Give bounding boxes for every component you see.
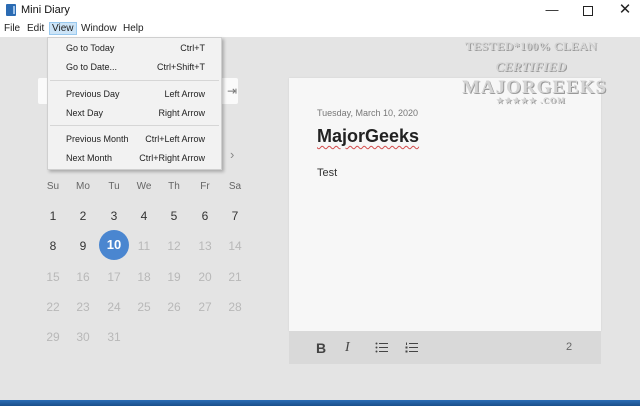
menu-previous-day[interactable]: Previous Day Left Arrow — [48, 86, 221, 104]
calendar-day[interactable]: 4 — [129, 209, 159, 223]
menu-previous-month[interactable]: Previous Month Ctrl+Left Arrow — [48, 131, 221, 149]
watermark-line1: TESTED*100% CLEAN — [465, 39, 597, 53]
watermark-line2: CERTIFIED — [495, 59, 567, 74]
menu-next-day[interactable]: Next Day Right Arrow — [48, 105, 221, 123]
menu-next-month[interactable]: Next Month Ctrl+Right Arrow — [48, 150, 221, 168]
entry-date: Tuesday, March 10, 2020 — [317, 108, 419, 118]
weekday-label: Th — [168, 181, 180, 192]
word-count: 2 — [566, 341, 573, 353]
menu-item-shortcut: Ctrl+Shift+T — [156, 62, 205, 72]
calendar-day[interactable]: 30 — [68, 330, 98, 344]
calendar-day[interactable]: 18 — [129, 270, 159, 284]
menu-item-label: Previous Day — [66, 89, 120, 99]
weekday-label: Mo — [76, 181, 90, 192]
numbered-list-icon[interactable] — [405, 342, 418, 353]
menu-bar: File Edit View Window Help — [0, 21, 640, 37]
calendar-day[interactable]: 12 — [159, 239, 189, 253]
calendar-day[interactable]: 9 — [68, 239, 98, 253]
calendar-day-selected[interactable]: 10 — [99, 230, 129, 260]
calendar-day[interactable]: 22 — [38, 300, 68, 314]
calendar-day[interactable]: 23 — [68, 300, 98, 314]
calendar-day[interactable]: 27 — [190, 300, 220, 314]
calendar-day[interactable]: 20 — [190, 270, 220, 284]
menu-item-label: Next Day — [66, 108, 104, 118]
menu-go-to-date[interactable]: Go to Date... Ctrl+Shift+T — [48, 59, 221, 77]
calendar-day[interactable]: 16 — [68, 270, 98, 284]
view-menu-dropdown: Go to Today Ctrl+T Go to Date... Ctrl+Sh… — [47, 37, 222, 170]
window-title: Mini Diary — [21, 4, 70, 16]
menu-view[interactable]: View — [49, 22, 77, 35]
menu-item-shortcut: Right Arrow — [158, 108, 205, 118]
menu-file[interactable]: File — [2, 23, 22, 34]
bold-button[interactable]: B — [316, 340, 326, 356]
weekday-label: We — [136, 181, 152, 192]
calendar-day[interactable]: 8 — [38, 239, 68, 253]
calendar-day[interactable]: 21 — [220, 270, 250, 284]
calendar-day[interactable]: 24 — [99, 300, 129, 314]
calendar-day[interactable]: 11 — [129, 239, 159, 253]
bullet-list-icon[interactable] — [375, 342, 388, 353]
collapse-sidebar-icon[interactable]: ⇥ — [227, 84, 237, 98]
entry-body[interactable]: Test — [317, 167, 337, 179]
calendar-day[interactable]: 25 — [129, 300, 159, 314]
calendar-day[interactable]: 13 — [190, 239, 220, 253]
calendar-day[interactable]: 3 — [99, 209, 129, 223]
format-toolbar: B I 2 — [289, 331, 601, 364]
weekday-label: Su — [46, 181, 60, 192]
title-bar: Mini Diary — ✕ — [0, 0, 640, 21]
menu-item-shortcut: Ctrl+Right Arrow — [139, 153, 205, 163]
calendar-day[interactable]: 2 — [68, 209, 98, 223]
taskbar-edge — [0, 400, 640, 406]
calendar-day[interactable]: 7 — [220, 209, 250, 223]
menu-go-to-today[interactable]: Go to Today Ctrl+T — [48, 40, 221, 58]
menu-separator — [50, 125, 219, 126]
menu-item-label: Next Month — [66, 153, 113, 163]
menu-item-shortcut: Ctrl+T — [180, 43, 205, 53]
close-button[interactable]: ✕ — [603, 0, 640, 21]
diary-app-icon — [6, 4, 16, 16]
menu-item-label: Go to Date... — [66, 62, 118, 72]
calendar-day[interactable]: 31 — [99, 330, 129, 344]
entry-title[interactable]: MajorGeeks — [317, 126, 419, 147]
italic-button[interactable]: I — [345, 340, 350, 356]
weekday-label: Sa — [228, 181, 242, 192]
calendar-day[interactable]: 5 — [159, 209, 189, 223]
calendar-day[interactable]: 19 — [159, 270, 189, 284]
menu-item-shortcut: Left Arrow — [164, 89, 205, 99]
maximize-icon — [583, 5, 593, 16]
calendar-day[interactable]: 26 — [159, 300, 189, 314]
calendar-day[interactable]: 17 — [99, 270, 129, 284]
calendar-day[interactable]: 28 — [220, 300, 250, 314]
calendar-day[interactable]: 15 — [38, 270, 68, 284]
calendar-day[interactable]: 14 — [220, 239, 250, 253]
menu-item-shortcut: Ctrl+Left Arrow — [145, 134, 205, 144]
menu-edit[interactable]: Edit — [25, 23, 46, 34]
weekday-label: Tu — [108, 181, 120, 192]
menu-window[interactable]: Window — [79, 23, 119, 34]
menu-help[interactable]: Help — [121, 23, 146, 34]
chevron-right-icon[interactable]: › — [230, 147, 234, 162]
weekday-label: Fr — [200, 181, 210, 192]
menu-item-label: Go to Today — [66, 43, 115, 53]
calendar-day[interactable]: 29 — [38, 330, 68, 344]
menu-separator — [50, 80, 219, 81]
calendar-day[interactable]: 1 — [38, 209, 68, 223]
majorgeeks-watermark: TESTED*100% CLEAN CERTIFIED MAJORGEEKS ★… — [462, 37, 606, 117]
calendar-day[interactable]: 6 — [190, 209, 220, 223]
menu-item-label: Previous Month — [66, 134, 129, 144]
